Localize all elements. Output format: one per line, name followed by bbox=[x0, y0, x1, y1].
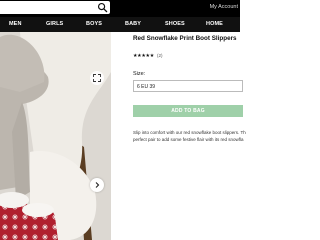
size-select[interactable]: 6 EU 39 bbox=[133, 80, 243, 92]
description-line: perfect pair to add some festive flair w… bbox=[133, 136, 244, 142]
nav-item-baby[interactable]: BABY bbox=[125, 21, 141, 27]
expand-icon bbox=[93, 74, 101, 82]
review-count[interactable]: (2) bbox=[157, 53, 163, 58]
product-title: Red Snowflake Print Boot Slippers bbox=[133, 35, 237, 42]
rating-stars: ★★★★★ bbox=[133, 53, 154, 59]
expand-image-button[interactable] bbox=[90, 71, 104, 85]
nav-item-home[interactable]: HOME bbox=[206, 21, 223, 27]
search-input[interactable] bbox=[0, 1, 110, 14]
my-account-link[interactable]: My Account bbox=[210, 4, 238, 10]
nav-item-men[interactable]: MEN bbox=[9, 21, 22, 27]
add-to-bag-button[interactable]: ADD TO BAG bbox=[133, 105, 243, 117]
size-selected-value: 6 EU 39 bbox=[137, 84, 156, 90]
product-image[interactable] bbox=[0, 32, 111, 240]
product-photo-illustration bbox=[0, 32, 111, 240]
search-icon[interactable] bbox=[97, 2, 108, 13]
chevron-right-icon bbox=[95, 182, 100, 188]
category-nav: MEN GIRLS BOYS BABY SHOES HOME bbox=[0, 17, 240, 32]
size-label: Size: bbox=[133, 71, 146, 77]
nav-item-girls[interactable]: GIRLS bbox=[46, 21, 63, 27]
nav-item-shoes[interactable]: SHOES bbox=[165, 21, 185, 27]
next-image-button[interactable] bbox=[90, 178, 104, 192]
top-bar: My Account bbox=[0, 0, 240, 17]
description-line: Slip into comfort with our red snowflake… bbox=[133, 130, 246, 135]
nav-item-boys[interactable]: BOYS bbox=[86, 21, 102, 27]
product-description: Slip into comfort with our red snowflake… bbox=[133, 130, 248, 143]
